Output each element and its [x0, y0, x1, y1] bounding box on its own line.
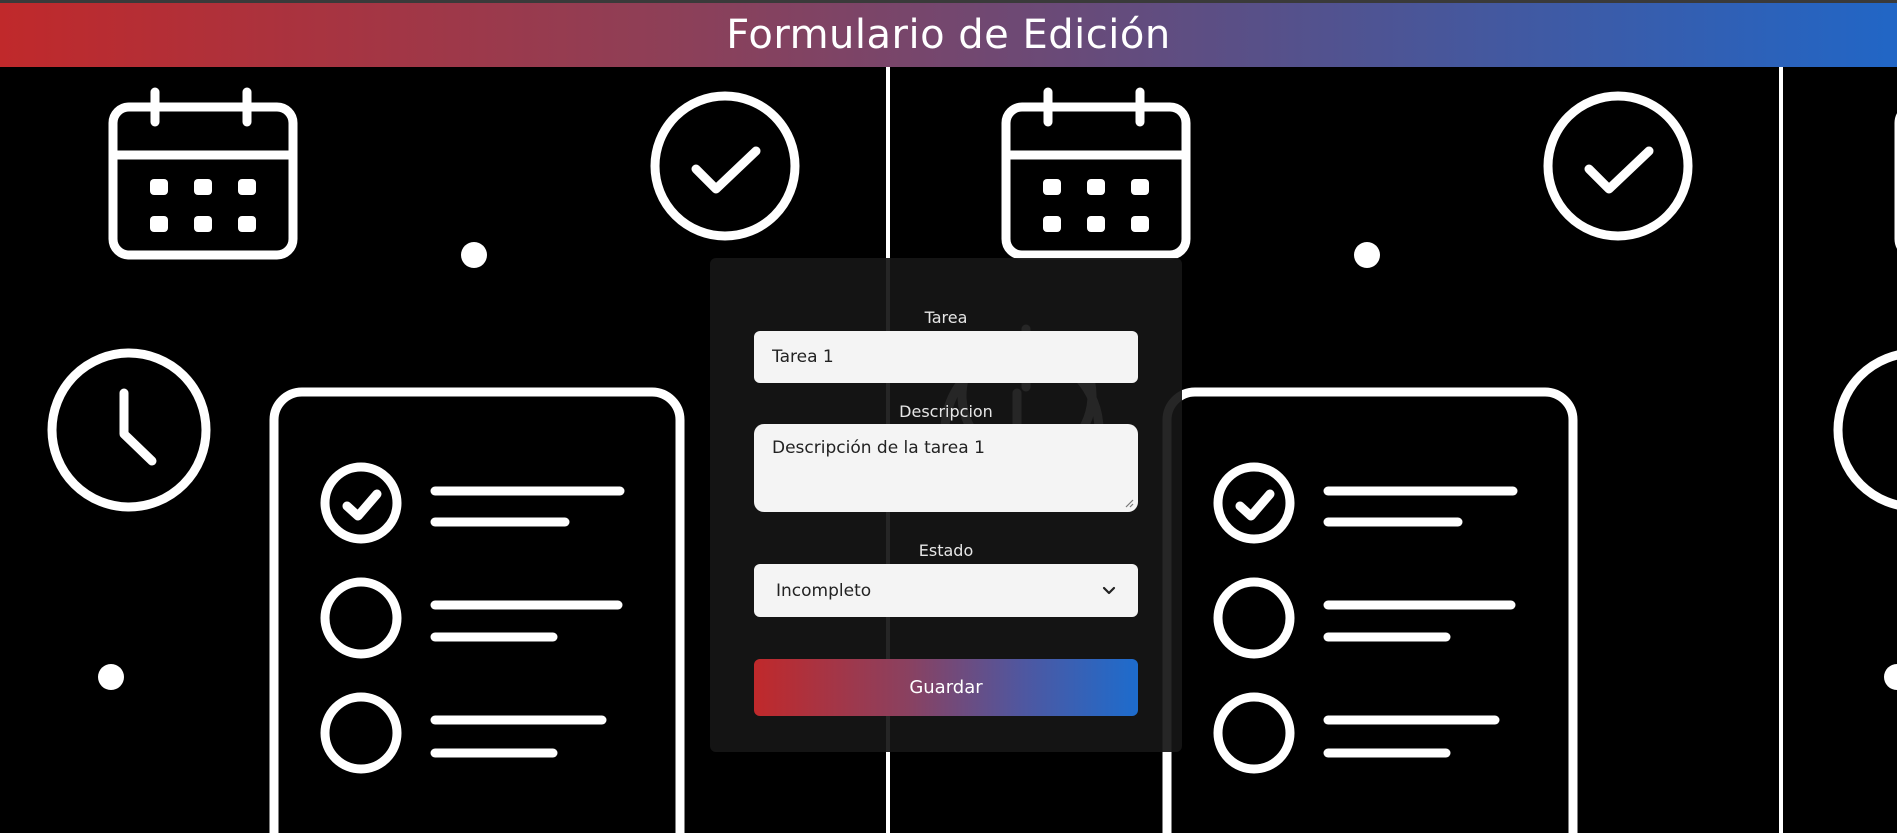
page-title: Formulario de Edición [726, 12, 1171, 58]
description-label: Descripcion [899, 402, 993, 421]
task-label: Tarea [924, 308, 968, 327]
description-field-wrapper: Descripción de la tarea 1 [710, 424, 1182, 512]
resize-handle-icon[interactable] [1124, 498, 1134, 508]
chevron-down-icon [1102, 586, 1116, 594]
save-button[interactable]: Guardar [754, 659, 1138, 716]
description-textarea[interactable]: Descripción de la tarea 1 [754, 424, 1138, 512]
task-input[interactable] [754, 331, 1138, 383]
status-label: Estado [918, 541, 974, 560]
app-header: Formulario de Edición [0, 3, 1897, 67]
status-select-value: Incompleto [776, 580, 872, 601]
status-select[interactable]: Incompleto [754, 564, 1138, 617]
edit-form-panel: Tarea Descripcion Descripción de la tare… [710, 258, 1182, 752]
